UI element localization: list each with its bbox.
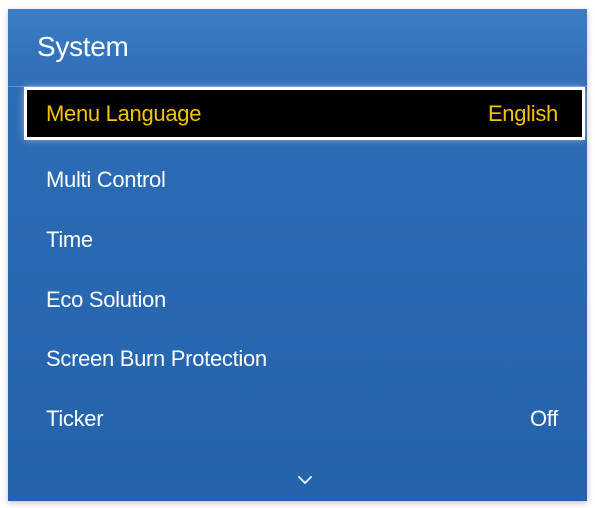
menu-item-eco-solution[interactable]: Eco Solution [27,276,582,323]
system-menu-panel: System Menu Language English Multi Contr… [8,9,587,501]
menu-item-screen-burn-protection[interactable]: Screen Burn Protection [27,335,582,382]
menu-item-multi-control[interactable]: Multi Control [27,156,582,203]
menu-item-ticker[interactable]: Ticker Off [27,395,582,442]
panel-title: System [37,31,129,62]
panel-header: System [8,9,587,87]
menu-item-label: Eco Solution [46,287,166,312]
menu-item-label: Ticker [46,406,104,431]
menu-item-label: Time [46,227,93,252]
menu-item-value: English [487,101,558,126]
menu-item-time[interactable]: Time [27,216,582,263]
chevron-down-icon[interactable] [298,475,312,485]
menu-item-label: Multi Control [46,167,166,192]
menu-item-label: Menu Language [46,101,202,126]
menu-item-label: Screen Burn Protection [46,346,267,371]
menu-item-value: Off [529,406,558,431]
menu-item-menu-language[interactable]: Menu Language English [24,87,585,140]
